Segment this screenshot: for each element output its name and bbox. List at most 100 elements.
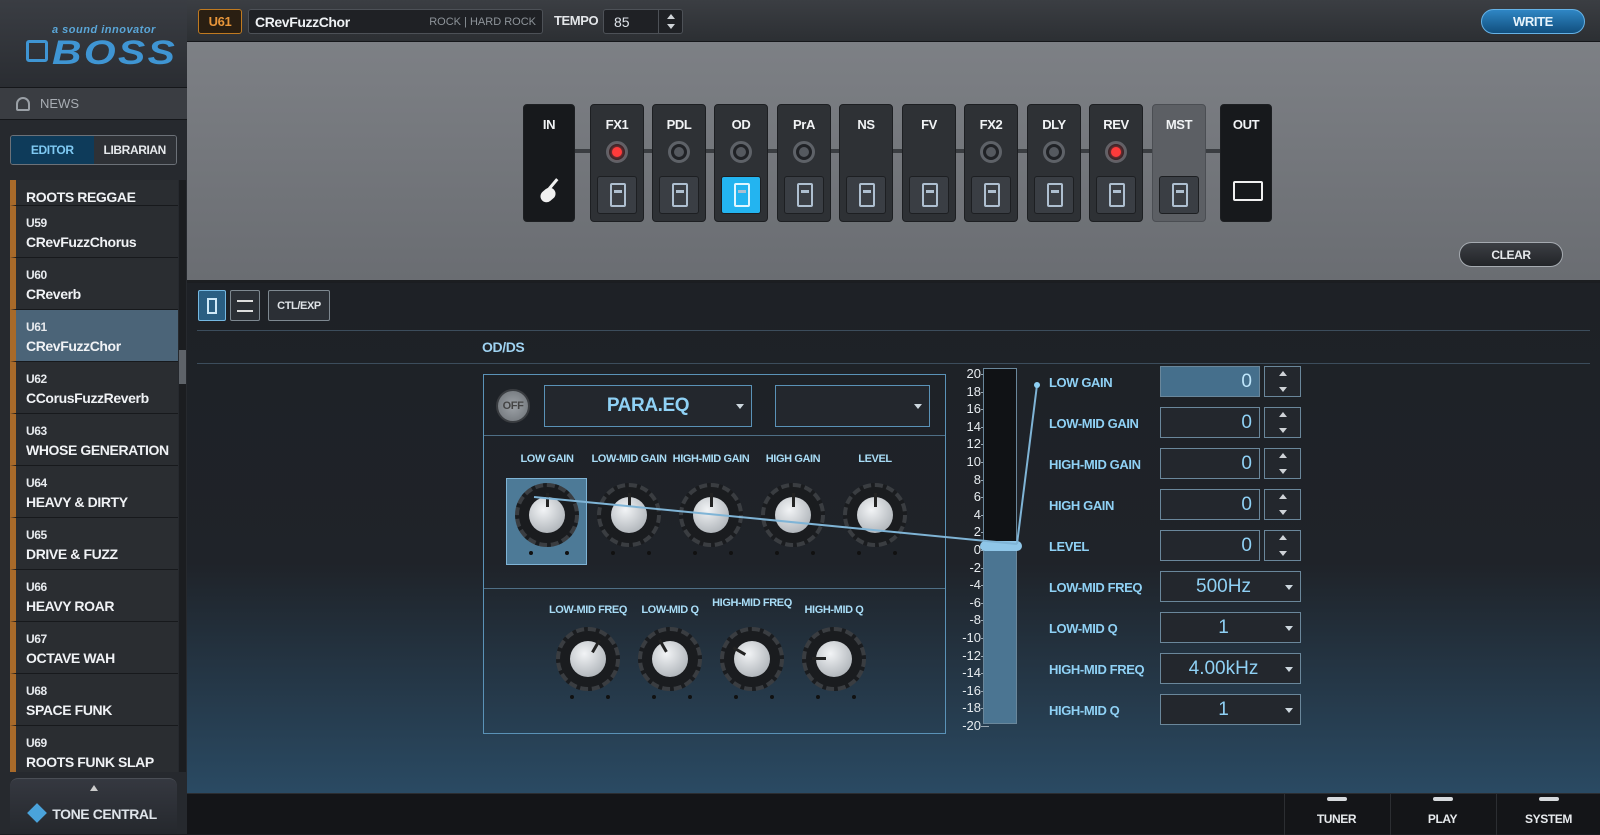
chain-block-dly[interactable]: DLY: [1027, 104, 1081, 222]
param-select[interactable]: 1: [1160, 612, 1301, 643]
preset-item[interactable]: U63 WHOSE GENERATION: [10, 414, 178, 466]
param-stepper[interactable]: [1264, 530, 1301, 561]
preset-item[interactable]: U66 HEAVY ROAR: [10, 570, 178, 622]
knob[interactable]: [515, 483, 579, 555]
preset-item[interactable]: U68 SPACE FUNK: [10, 674, 178, 726]
preset-item[interactable]: U65 DRIVE & FUZZ: [10, 518, 178, 570]
preset-item[interactable]: U64 HEAVY & DIRTY: [10, 466, 178, 518]
effect-off-button[interactable]: OFF: [496, 389, 530, 423]
param-select[interactable]: 500Hz: [1160, 571, 1301, 602]
arrow-up-icon[interactable]: [1279, 535, 1287, 540]
write-button[interactable]: WRITE: [1481, 9, 1585, 34]
link-dot: [1034, 382, 1040, 388]
chain-block-in[interactable]: IN: [523, 104, 575, 222]
patch-name-field[interactable]: CRevFuzzChor ROCK | HARD ROCK: [248, 9, 543, 34]
pedal-icon[interactable]: [1034, 176, 1074, 214]
effect-type-select[interactable]: PARA.EQ: [544, 385, 752, 427]
tone-central-button[interactable]: TONE CENTRAL: [10, 778, 177, 834]
pedal-icon[interactable]: [909, 176, 949, 214]
fader-handle[interactable]: [980, 541, 1022, 551]
preset-item[interactable]: U67 OCTAVE WAH: [10, 622, 178, 674]
knob[interactable]: [679, 483, 743, 555]
chain-block-fv[interactable]: FV: [902, 104, 956, 222]
scrollbar-thumb[interactable]: [179, 350, 186, 384]
arrow-down-icon[interactable]: [1279, 428, 1287, 433]
pedal-view-button[interactable]: [198, 290, 226, 321]
chain-block-fx1[interactable]: FX1: [590, 104, 644, 222]
preset-name: HEAVY ROAR: [26, 598, 115, 614]
effect-subtype-select[interactable]: [775, 385, 930, 427]
pedal-icon[interactable]: [659, 176, 699, 214]
tuner-button[interactable]: TUNER: [1284, 794, 1388, 835]
param-value-field[interactable]: 0: [1160, 530, 1260, 561]
preset-name: ROOTS FUNK SLAP: [26, 754, 154, 770]
arrow-up-icon[interactable]: [1279, 412, 1287, 417]
chain-block-mst[interactable]: MST: [1152, 104, 1206, 222]
param-value-field[interactable]: 0: [1160, 448, 1260, 479]
knob[interactable]: [556, 627, 620, 699]
param-value-field[interactable]: 0: [1160, 407, 1260, 438]
chain-block-fx2[interactable]: FX2: [964, 104, 1018, 222]
arrow-down-icon[interactable]: [667, 24, 675, 29]
arrow-down-icon[interactable]: [1279, 387, 1287, 392]
param-stepper[interactable]: [1264, 407, 1301, 438]
pedal-icon[interactable]: [971, 176, 1011, 214]
param-stepper[interactable]: [1264, 366, 1301, 397]
tempo-stepper[interactable]: 85: [603, 9, 683, 34]
preset-item[interactable]: ROOTS REGGAE: [10, 180, 178, 206]
list-view-button[interactable]: [230, 290, 260, 321]
preset-item[interactable]: U59 CRevFuzzChorus: [10, 206, 178, 258]
knob-label: HIGH GAIN: [765, 453, 821, 465]
pedal-icon[interactable]: [1096, 176, 1136, 214]
pedal-icon[interactable]: [1159, 176, 1199, 214]
chain-block-rev[interactable]: REV: [1089, 104, 1143, 222]
chain-block-ns[interactable]: NS: [839, 104, 893, 222]
pedal-icon[interactable]: [846, 176, 886, 214]
ctl-exp-button[interactable]: CTL/EXP: [268, 290, 330, 321]
arrow-down-icon[interactable]: [1279, 469, 1287, 474]
chain-block-pra[interactable]: PrA: [777, 104, 831, 222]
system-button[interactable]: SYSTEM: [1496, 794, 1600, 835]
arrow-up-icon[interactable]: [1279, 371, 1287, 376]
tempo-spin-buttons[interactable]: [658, 10, 682, 33]
tab-librarian[interactable]: LIBRARIAN: [93, 136, 176, 164]
arrow-up-icon[interactable]: [1279, 453, 1287, 458]
preset-scrollbar[interactable]: [179, 180, 186, 772]
chain-block-pdl[interactable]: PDL: [652, 104, 706, 222]
knob[interactable]: [843, 483, 907, 555]
tab-editor[interactable]: EDITOR: [11, 136, 94, 164]
pedal-icon[interactable]: [597, 176, 637, 214]
arrow-up-icon[interactable]: [1279, 494, 1287, 499]
arrow-up-icon[interactable]: [667, 14, 675, 19]
chain-block-od[interactable]: OD: [714, 104, 768, 222]
pedal-icon[interactable]: [784, 176, 824, 214]
arrow-down-icon[interactable]: [1279, 510, 1287, 515]
param-select[interactable]: 1: [1160, 694, 1301, 725]
clear-button[interactable]: CLEAR: [1459, 242, 1563, 267]
knob[interactable]: [802, 627, 866, 699]
knob[interactable]: [761, 483, 825, 555]
value-fader[interactable]: [980, 368, 1022, 724]
pedal-icon[interactable]: [721, 176, 761, 214]
preset-item[interactable]: U60 CReverb: [10, 258, 178, 310]
param-stepper[interactable]: [1264, 448, 1301, 479]
knob[interactable]: [638, 627, 702, 699]
param-select[interactable]: 4.00kHz: [1160, 653, 1301, 684]
param-stepper[interactable]: [1264, 489, 1301, 520]
param-select-value: 500Hz: [1196, 576, 1251, 597]
preset-item[interactable]: U61 CRevFuzzChor: [10, 310, 178, 362]
param-value-field[interactable]: 0: [1160, 366, 1260, 397]
arrow-down-icon[interactable]: [1279, 551, 1287, 556]
section-title: OD/DS: [482, 339, 525, 355]
param-value-field[interactable]: 0: [1160, 489, 1260, 520]
preset-item[interactable]: U62 CCorusFuzzReverb: [10, 362, 178, 414]
preset-item[interactable]: U69 ROOTS FUNK SLAP: [10, 726, 178, 772]
preset-name: ROOTS REGGAE: [26, 189, 136, 205]
news-button[interactable]: NEWS: [0, 88, 187, 120]
play-button[interactable]: PLAY: [1390, 794, 1494, 835]
patch-number[interactable]: U61: [198, 9, 242, 34]
knob[interactable]: [720, 627, 784, 699]
knob[interactable]: [597, 483, 661, 555]
block-label: PrA: [793, 117, 815, 132]
chain-block-out[interactable]: OUT: [1220, 104, 1272, 222]
